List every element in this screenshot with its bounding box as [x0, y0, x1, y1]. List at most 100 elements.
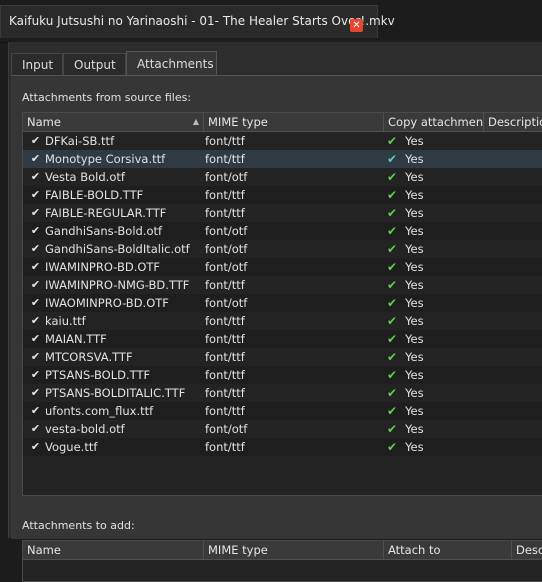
file-tab[interactable]: Kaifuku Jutsushi no Yarinaoshi - 01- The… — [0, 5, 395, 38]
cell-mime: font/ttf — [205, 350, 245, 364]
cell-mime: font/otf — [205, 422, 248, 436]
source-attachments-table[interactable]: Name ▲ MIME type Copy attachment Descrip… — [22, 112, 542, 496]
table-header: Name MIME type Attach to Description — [23, 541, 542, 560]
table-row[interactable]: ✔ Vogue.ttf font/ttf ✔ Yes — [23, 438, 542, 456]
cell-copy[interactable]: ✔ Yes — [387, 240, 482, 258]
column-header-description[interactable]: Description — [511, 541, 542, 559]
table-row[interactable]: ✔ MTCORSVA.TTF font/ttf ✔ Yes — [23, 348, 542, 366]
tab-attachments[interactable]: Attachments — [126, 51, 217, 76]
row-checkbox[interactable]: ✔ — [29, 350, 42, 363]
row-checkbox[interactable]: ✔ — [29, 188, 42, 201]
table-row[interactable]: ✔ DFKai-SB.ttf font/ttf ✔ Yes — [23, 132, 542, 150]
cell-copy[interactable]: ✔ Yes — [387, 366, 482, 384]
table-row[interactable]: ✔ Vesta Bold.otf font/otf ✔ Yes — [23, 168, 542, 186]
row-checkbox[interactable]: ✔ — [29, 278, 42, 291]
copy-value: Yes — [405, 152, 424, 166]
table-row[interactable]: ✔ PTSANS-BOLDITALIC.TTF font/ttf ✔ Yes — [23, 384, 542, 402]
cell-copy[interactable]: ✔ Yes — [387, 258, 482, 276]
cell-copy[interactable]: ✔ Yes — [387, 384, 482, 402]
cell-name: DFKai-SB.ttf — [45, 134, 115, 148]
row-checkbox[interactable]: ✔ — [29, 386, 42, 399]
cell-copy[interactable]: ✔ Yes — [387, 276, 482, 294]
row-checkbox[interactable]: ✔ — [29, 332, 42, 345]
column-header-description[interactable]: Description — [483, 113, 542, 131]
cell-copy[interactable]: ✔ Yes — [387, 186, 482, 204]
copy-value: Yes — [405, 440, 424, 454]
table-row[interactable]: ✔ GandhiSans-BoldItalic.otf font/otf ✔ Yes — [23, 240, 542, 258]
table-row[interactable]: ✔ ufonts.com_flux.ttf font/ttf ✔ Yes — [23, 402, 542, 420]
row-checkbox[interactable]: ✔ — [29, 170, 42, 183]
checkmark-icon: ✔ — [387, 242, 398, 256]
column-header-attach-to[interactable]: Attach to — [383, 541, 511, 559]
source-attachments-label: Attachments from source files: — [22, 91, 192, 104]
cell-copy[interactable]: ✔ Yes — [387, 330, 482, 348]
row-checkbox[interactable]: ✔ — [29, 224, 42, 237]
checkmark-icon: ✔ — [387, 386, 398, 400]
checkmark-icon: ✔ — [387, 224, 398, 238]
cell-copy[interactable]: ✔ Yes — [387, 420, 482, 438]
checkmark-icon: ✔ — [387, 152, 398, 166]
cell-mime: font/otf — [205, 170, 248, 184]
copy-value: Yes — [405, 332, 424, 346]
cell-copy[interactable]: ✔ Yes — [387, 168, 482, 186]
checkmark-icon: ✔ — [387, 170, 398, 184]
cell-copy[interactable]: ✔ Yes — [387, 294, 482, 312]
tab-output[interactable]: Output — [63, 53, 126, 75]
table-header: Name ▲ MIME type Copy attachment Descrip… — [23, 113, 542, 132]
column-header-mime[interactable]: MIME type — [203, 541, 383, 559]
main-panel: Input Output Attachments Attachments fro… — [8, 42, 542, 582]
copy-value: Yes — [405, 224, 424, 238]
cell-copy[interactable]: ✔ Yes — [387, 204, 482, 222]
cell-copy[interactable]: ✔ Yes — [387, 150, 482, 168]
cell-copy[interactable]: ✔ Yes — [387, 222, 482, 240]
copy-value: Yes — [405, 242, 424, 256]
table-row[interactable]: ✔ IWAOMINPRO-BD.OTF font/otf ✔ Yes — [23, 294, 542, 312]
table-row[interactable]: ✔ MAIAN.TTF font/ttf ✔ Yes — [23, 330, 542, 348]
cell-name: GandhiSans-BoldItalic.otf — [45, 242, 190, 256]
cell-copy[interactable]: ✔ Yes — [387, 348, 482, 366]
row-checkbox[interactable]: ✔ — [29, 404, 42, 417]
row-checkbox[interactable]: ✔ — [29, 296, 42, 309]
row-checkbox[interactable]: ✔ — [29, 422, 42, 435]
cell-copy[interactable]: ✔ Yes — [387, 312, 482, 330]
cell-mime: font/ttf — [205, 386, 245, 400]
row-checkbox[interactable]: ✔ — [29, 314, 42, 327]
cell-name: FAIBLE-REGULAR.TTF — [45, 206, 167, 220]
cell-mime: font/ttf — [205, 152, 245, 166]
table-row[interactable]: ✔ vesta-bold.otf font/otf ✔ Yes — [23, 420, 542, 438]
cell-copy[interactable]: ✔ Yes — [387, 438, 482, 456]
copy-value: Yes — [405, 386, 424, 400]
cell-copy[interactable]: ✔ Yes — [387, 132, 482, 150]
table-row[interactable]: ✔ PTSANS-BOLD.TTF font/ttf ✔ Yes — [23, 366, 542, 384]
cell-mime: font/otf — [205, 242, 248, 256]
window-title: Kaifuku Jutsushi no Yarinaoshi - 01- The… — [9, 14, 395, 28]
cell-mime: font/otf — [205, 224, 248, 238]
column-header-copy[interactable]: Copy attachment — [383, 113, 483, 131]
table-row[interactable]: ✔ FAIBLE-BOLD.TTF font/ttf ✔ Yes — [23, 186, 542, 204]
table-row[interactable]: ✔ kaiu.ttf font/ttf ✔ Yes — [23, 312, 542, 330]
row-checkbox[interactable]: ✔ — [29, 242, 42, 255]
row-checkbox[interactable]: ✔ — [29, 260, 42, 273]
cell-mime: font/ttf — [205, 314, 245, 328]
copy-value: Yes — [405, 296, 424, 310]
add-attachments-table[interactable]: Name MIME type Attach to Description — [22, 540, 542, 582]
window-titlebar: Kaifuku Jutsushi no Yarinaoshi - 01- The… — [0, 0, 542, 43]
table-row[interactable]: ✔ FAIBLE-REGULAR.TTF font/ttf ✔ Yes — [23, 204, 542, 222]
column-header-name[interactable]: Name ▲ — [23, 113, 203, 131]
column-header-name[interactable]: Name — [23, 541, 203, 559]
row-checkbox[interactable]: ✔ — [29, 440, 42, 453]
row-checkbox[interactable]: ✔ — [29, 368, 42, 381]
close-icon[interactable]: ✕ — [350, 19, 363, 32]
table-row[interactable]: ✔ Monotype Corsiva.ttf font/ttf ✔ Yes — [23, 150, 542, 168]
checkmark-icon: ✔ — [387, 314, 398, 328]
row-checkbox[interactable]: ✔ — [29, 152, 42, 165]
column-header-mime[interactable]: MIME type — [203, 113, 383, 131]
table-row[interactable]: ✔ IWAMINPRO-NMG-BD.TTF font/ttf ✔ Yes — [23, 276, 542, 294]
cell-name: PTSANS-BOLDITALIC.TTF — [45, 386, 186, 400]
cell-copy[interactable]: ✔ Yes — [387, 402, 482, 420]
tab-input[interactable]: Input — [11, 53, 63, 75]
table-row[interactable]: ✔ IWAMINPRO-BD.OTF font/otf ✔ Yes — [23, 258, 542, 276]
row-checkbox[interactable]: ✔ — [29, 134, 42, 147]
row-checkbox[interactable]: ✔ — [29, 206, 42, 219]
table-row[interactable]: ✔ GandhiSans-Bold.otf font/otf ✔ Yes — [23, 222, 542, 240]
